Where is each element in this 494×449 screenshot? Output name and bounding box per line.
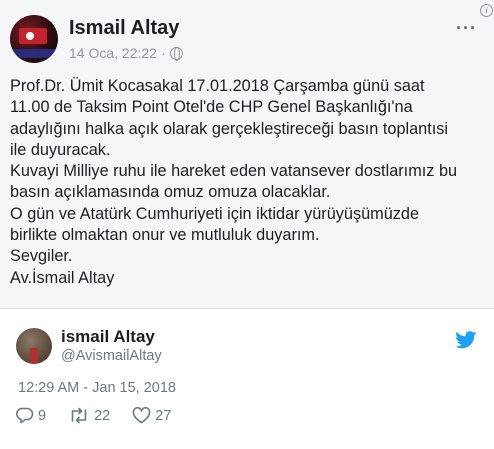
reply-icon — [16, 407, 34, 424]
retweet-icon — [71, 407, 87, 424]
more-options-button[interactable]: ··· — [456, 18, 477, 39]
tweet-actions: 9 22 27 — [16, 407, 193, 424]
post-line: ile duyuracak. — [10, 140, 111, 159]
tweet-author-name[interactable]: ismail Altay — [61, 327, 155, 347]
post-line: Kuvayi Milliye ruhu ile hareket eden vat… — [10, 162, 458, 181]
post-line: basın açıklamasında omuz omuza olacaklar… — [10, 183, 331, 202]
post-line: Sevgiler. — [10, 247, 73, 266]
post-meta: 14 Oca, 22:22 · — [69, 45, 183, 61]
post-timestamp[interactable]: 14 Oca, 22:22 — [69, 45, 157, 61]
reply-count: 9 — [38, 407, 47, 424]
info-icon[interactable]: i — [480, 4, 493, 17]
avatar-tie — [30, 348, 38, 364]
post-line: birlikte olmaktan onur ve mutluluk duyar… — [10, 226, 320, 245]
post-line: Av.İsmail Altay — [10, 268, 115, 287]
heart-icon — [132, 407, 151, 424]
author-name[interactable]: Ismail Altay — [69, 17, 179, 40]
twitter-bird-icon[interactable] — [455, 331, 477, 349]
tweet-handle[interactable]: @AvismailAltay — [61, 348, 162, 364]
facebook-post: Ismail Altay 14 Oca, 22:22 · ··· i Prof.… — [0, 0, 494, 309]
post-line: 11.00 de Taksim Point Otel'de CHP Genel … — [10, 98, 413, 117]
globe-icon[interactable] — [169, 46, 183, 61]
author-avatar[interactable] — [10, 15, 58, 63]
meta-separator: · — [160, 45, 166, 61]
reply-button[interactable]: 9 — [16, 407, 46, 424]
tweet-timestamp[interactable]: 12:29 AM - Jan 15, 2018 — [18, 380, 176, 396]
post-line: O gün ve Atatürk Cumhuriyeti için iktida… — [10, 204, 420, 223]
like-button[interactable]: 27 — [132, 407, 171, 424]
post-line: Prof.Dr. Ümit Kocasakal 17.01.2018 Çarşa… — [10, 77, 425, 95]
tweet-avatar[interactable] — [16, 328, 52, 364]
avatar-banner — [10, 49, 58, 58]
retweet-button[interactable]: 22 — [68, 407, 110, 424]
flag-icon — [19, 28, 47, 44]
post-line: adaylığını halka açık olarak gerçekleşti… — [10, 119, 449, 138]
post-body: Prof.Dr. Ümit Kocasakal 17.01.2018 Çarşa… — [10, 76, 488, 289]
like-count: 27 — [155, 407, 172, 424]
retweet-count: 22 — [94, 407, 111, 424]
